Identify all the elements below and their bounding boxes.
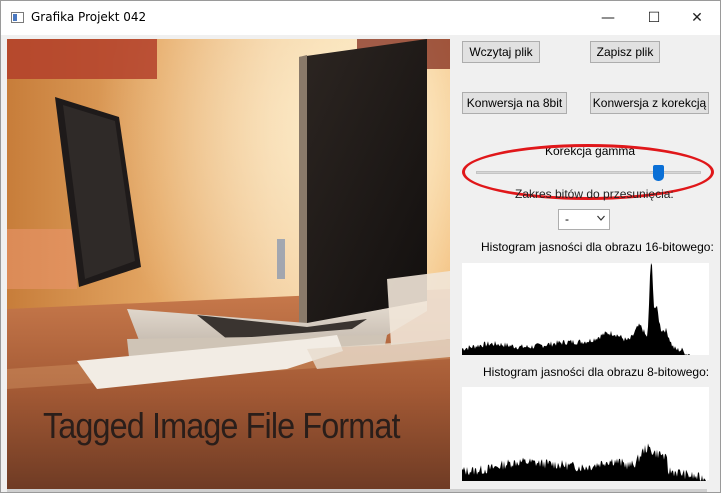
bit-shift-label: Zakres bitów do przesunięcia: bbox=[515, 187, 674, 201]
gamma-slider[interactable] bbox=[476, 164, 701, 184]
window-title: Grafika Projekt 042 bbox=[31, 10, 147, 24]
minimize-button[interactable]: — bbox=[585, 1, 631, 35]
close-button[interactable]: ✕ bbox=[674, 1, 720, 35]
histogram-16-plot bbox=[462, 263, 690, 355]
slider-thumb[interactable] bbox=[653, 165, 665, 181]
slider-track[interactable] bbox=[476, 171, 701, 174]
select-value: - bbox=[565, 212, 569, 226]
title-bar[interactable]: Grafika Projekt 042 — ☐ ✕ bbox=[1, 1, 720, 35]
convert-8bit-button[interactable]: Konwersja na 8bit bbox=[462, 92, 567, 114]
maximize-button[interactable]: ☐ bbox=[631, 1, 677, 35]
histogram-area bbox=[462, 263, 690, 355]
app-window: Grafika Projekt 042 — ☐ ✕ Tagged Image F… bbox=[0, 0, 721, 493]
bit-shift-select[interactable]: - bbox=[558, 209, 610, 230]
histogram-16 bbox=[462, 263, 709, 355]
histogram-16-label: Histogram jasności dla obrazu 16-bitoweg… bbox=[481, 240, 714, 254]
histogram-8-label: Histogram jasności dla obrazu 8-bitowego… bbox=[483, 365, 710, 379]
histogram-8 bbox=[462, 387, 709, 481]
image-caption: Tagged Image File Format bbox=[43, 405, 400, 446]
histogram-8-plot bbox=[462, 443, 709, 481]
client-area: Tagged Image File Format Wczytaj plik Za… bbox=[1, 35, 720, 492]
convert-correction-button[interactable]: Konwersja z korekcją bbox=[590, 92, 709, 114]
chevron-down-icon bbox=[597, 215, 605, 221]
save-file-button[interactable]: Zapisz plik bbox=[590, 41, 660, 63]
gamma-label: Korekcja gamma bbox=[545, 144, 636, 158]
app-window-icon bbox=[11, 12, 24, 23]
load-file-button[interactable]: Wczytaj plik bbox=[462, 41, 540, 63]
horizontal-scrollbar[interactable] bbox=[7, 489, 707, 492]
image-preview: Tagged Image File Format bbox=[7, 39, 450, 489]
histogram-area bbox=[462, 443, 709, 481]
